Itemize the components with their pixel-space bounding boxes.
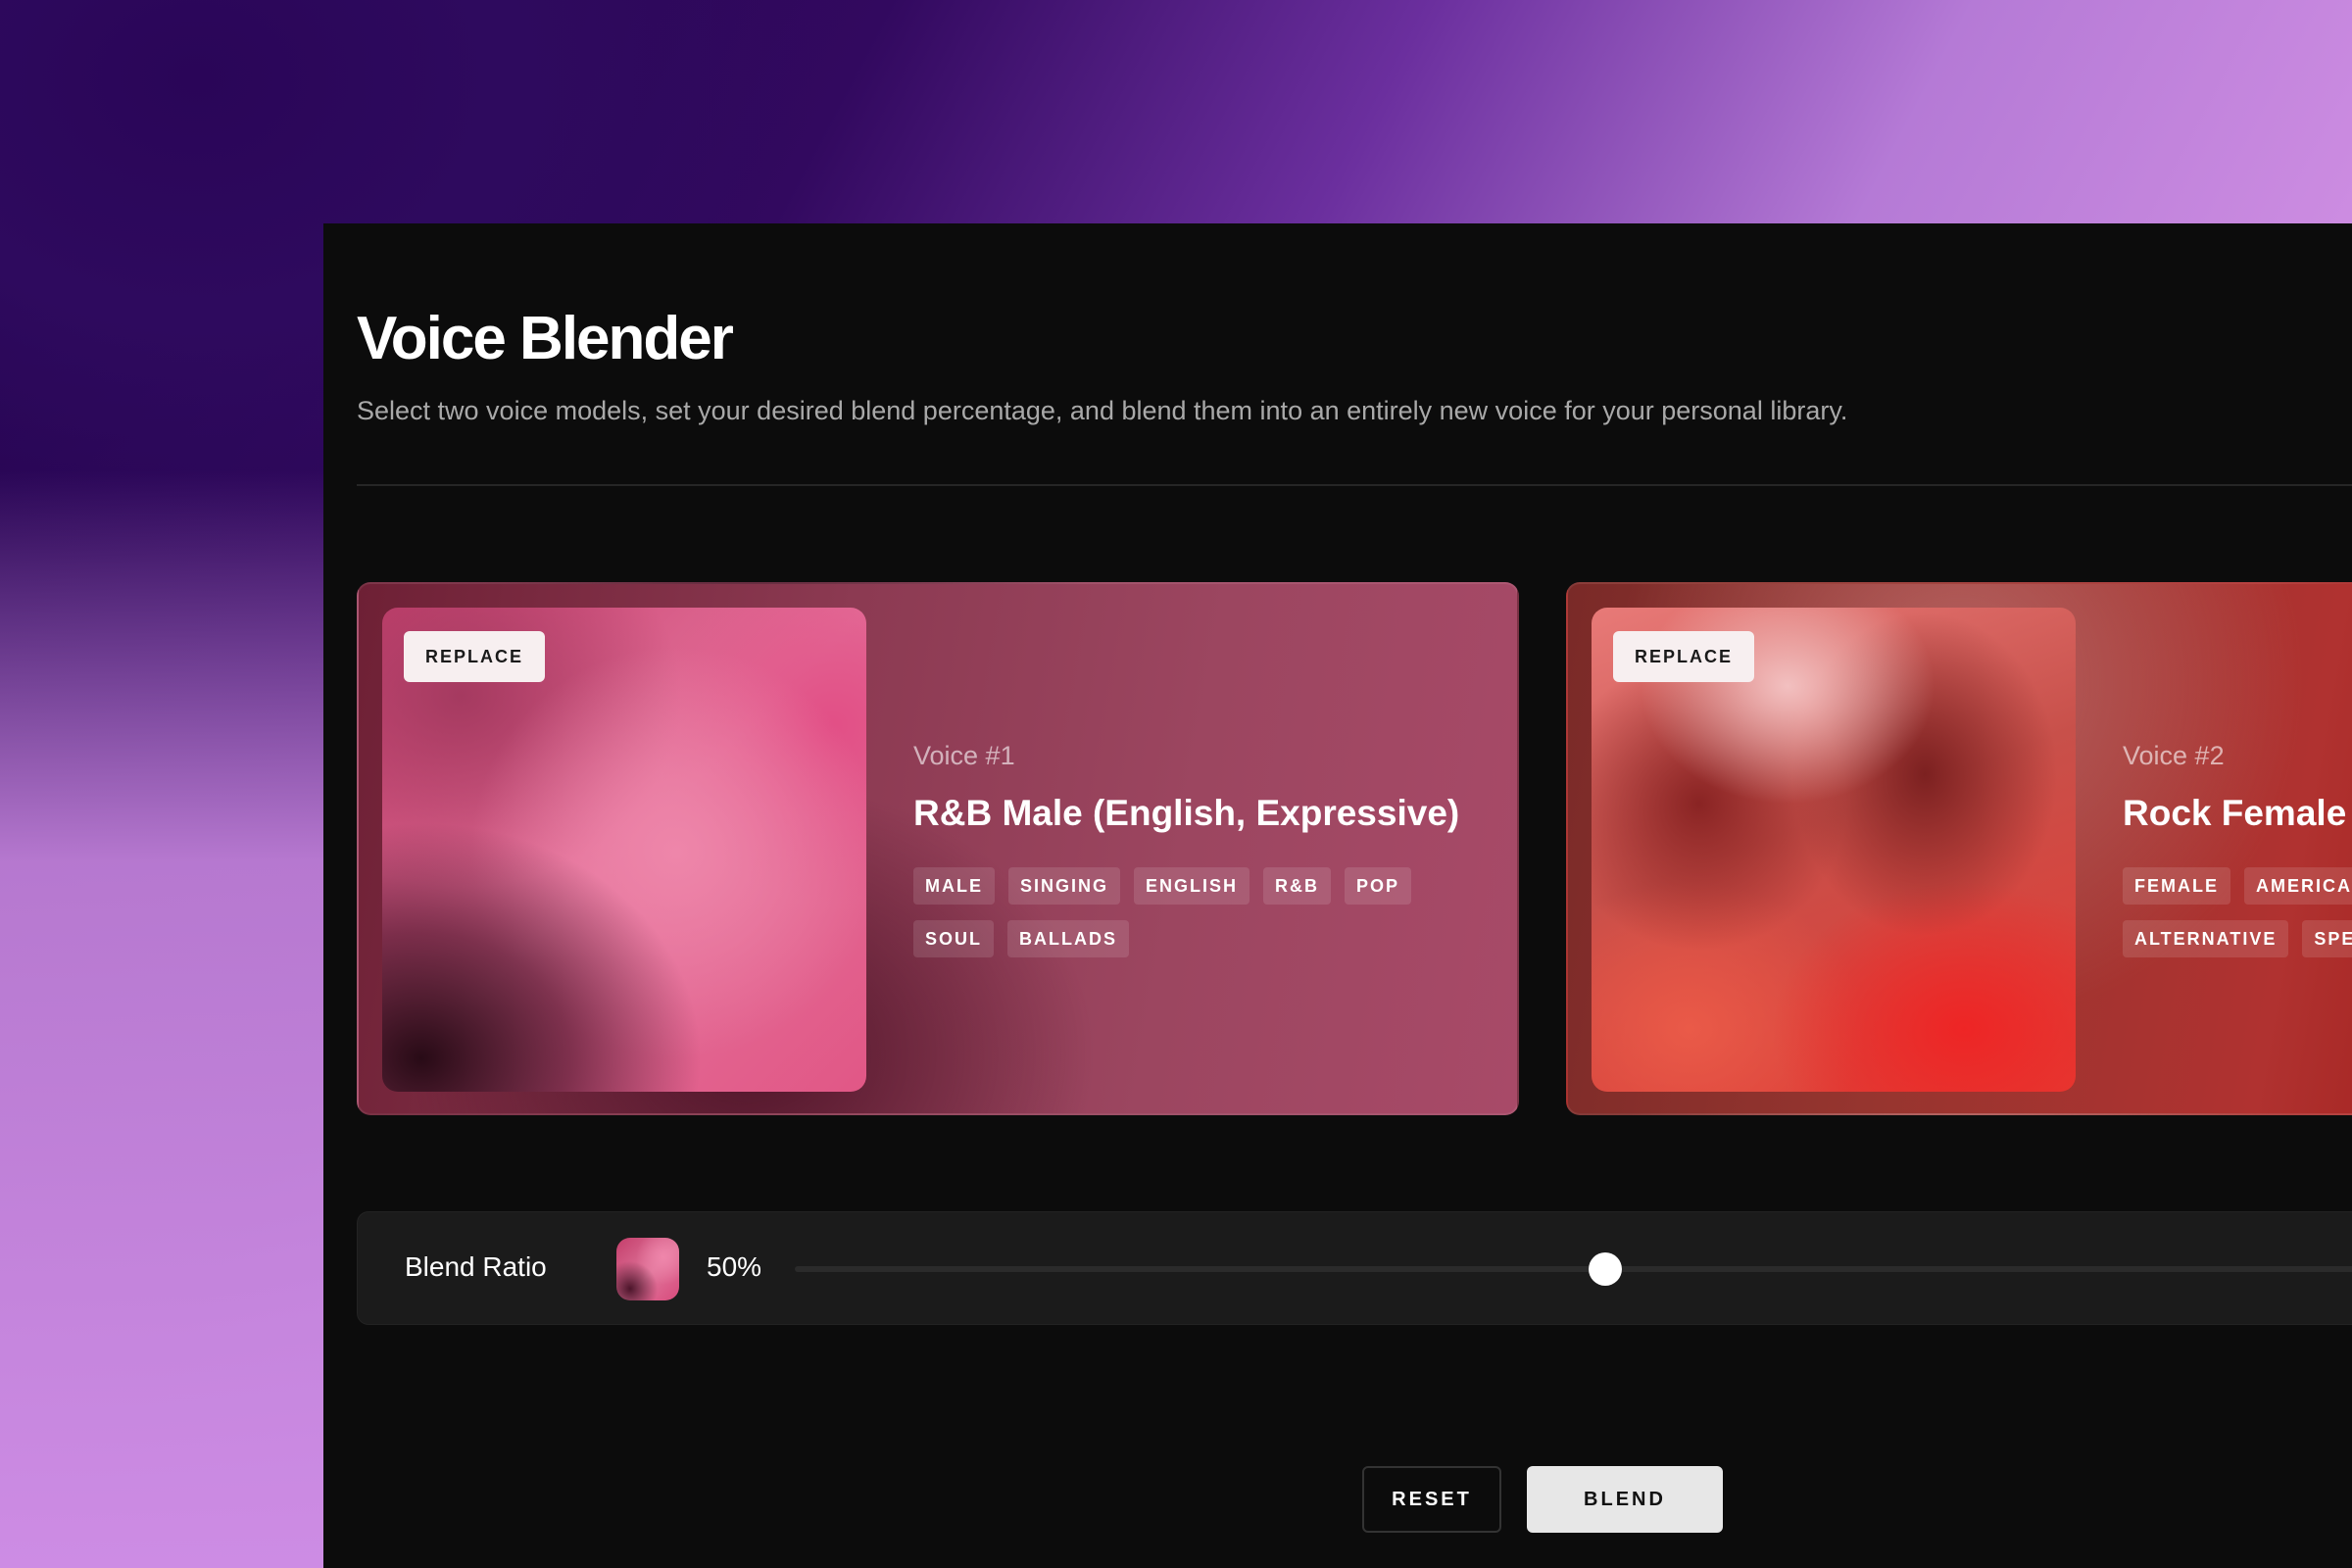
voice-tag: ENGLISH [1134,867,1250,905]
voice-tag: R&B [1263,867,1332,905]
voice-tag: AMERICA [2244,867,2352,905]
blend-ratio-value: 50% [707,1251,762,1282]
voice-1-info: Voice #1 R&B Male (English, Expressive) … [913,741,1517,957]
voice-2-info: Voice #2 Rock Female FEMALE AMERICA ALTE… [2123,741,2352,957]
reset-button[interactable]: RESET [1362,1466,1501,1533]
voice-1-name: R&B Male (English, Expressive) [913,793,1460,833]
replace-voice-2-button[interactable]: REPLACE [1613,631,1755,682]
voice-2-artwork: REPLACE [1592,608,2076,1092]
voice-tag: BALLADS [1007,920,1130,957]
page-subtitle: Select two voice models, set your desire… [357,396,1848,425]
blend-ratio-slider[interactable] [795,1252,2352,1286]
voice-tag: SINGING [1008,867,1121,905]
voice-tag: SPE [2302,920,2352,957]
blend-button[interactable]: BLEND [1527,1466,1723,1533]
blend-slider-thumb[interactable] [1589,1252,1622,1286]
voice-2-number: Voice #2 [2123,741,2225,770]
voice-2-tags: FEMALE AMERICA [2123,867,2352,905]
voice-tag: MALE [913,867,995,905]
voice-tag: SOUL [913,920,995,957]
voice-2-tags-row-2: ALTERNATIVE SPE [2123,920,2352,957]
voice-tag: POP [1345,867,1412,905]
blend-color-swatch [616,1238,679,1300]
voice-1-artwork: REPLACE [382,608,866,1092]
voice-blender-window: Voice Blender Select two voice models, s… [323,223,2352,1568]
replace-voice-1-button[interactable]: REPLACE [404,631,546,682]
voice-tag: FEMALE [2123,867,2230,905]
blend-ratio-bar: Blend Ratio 50% [357,1211,2352,1325]
voice-card-2: REPLACE Voice #2 Rock Female FEMALE AMER… [1566,582,2352,1115]
voice-tag: ALTERNATIVE [2123,920,2289,957]
page-title: Voice Blender [357,305,734,372]
voice-1-number: Voice #1 [913,741,1015,770]
header-divider [357,484,2352,486]
voice-card-1: REPLACE Voice #1 R&B Male (English, Expr… [357,582,1519,1115]
voice-1-tags: MALE SINGING ENGLISH R&B POP SOUL BALLAD… [913,867,1462,957]
blend-ratio-label: Blend Ratio [405,1251,547,1282]
voice-2-name: Rock Female [2123,793,2347,833]
